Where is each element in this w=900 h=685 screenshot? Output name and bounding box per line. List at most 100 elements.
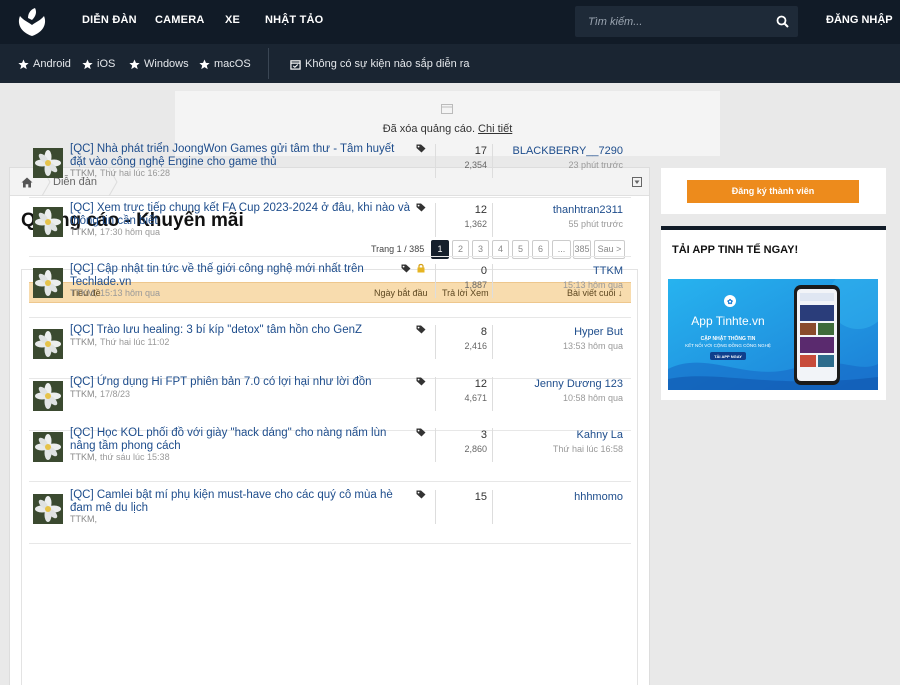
thread-author[interactable]: TTKM, [70,168,97,178]
thread-meta: TTKM, Thứ hai lúc 11:02 [70,337,169,347]
platform-android[interactable]: Android [18,58,71,70]
thread-date: 17/8/23 [100,389,131,399]
thread-title-link[interactable]: [QC] Trào lưu healing: 3 bí kíp "detox" … [70,324,410,337]
platform-ios[interactable]: iOS [82,58,115,70]
last-post-user[interactable]: TTKM [593,265,623,277]
calendar-check-icon [290,59,301,70]
platform-windows[interactable]: Windows [129,58,189,70]
ad-removed-label: Đã xóa quảng cáo. [382,123,476,135]
avatar[interactable] [33,432,63,462]
avatar[interactable] [33,148,63,178]
star-icon [82,58,93,69]
login-button[interactable]: ĐĂNG NHẬP [826,14,893,26]
last-post-time[interactable]: 23 phút trước [569,160,623,170]
top-navigation-bar: DIỄN ĐÀN CAMERA XE NHẬT TẢO ĐĂNG NHẬP [0,0,900,44]
star-icon [129,58,140,69]
avatar[interactable] [33,381,63,411]
platform-label: Android [33,58,71,70]
last-post-user[interactable]: BLACKBERRY__7290 [513,145,623,157]
table-row[interactable]: [QC] Xem trực tiếp chung kết FA Cup 2023… [29,197,631,257]
events-label: Không có sự kiện nào sắp diễn ra [305,58,470,70]
register-box: Đăng ký thành viên [661,168,886,214]
forum-panel: Diễn đàn Quảng cáo - Khuyến mãi Trang 1 … [9,143,650,685]
last-post-time[interactable]: 13:53 hôm qua [563,341,623,351]
table-row[interactable]: [QC] Cập nhật tin tức về thế giới công n… [29,258,631,318]
banner-tagline1: CẬP NHẬT THÔNG TIN [701,334,756,342]
thread-date: 15:13 hôm qua [100,288,161,298]
ad-removed-text: Đã xóa quảng cáo. Chi tiết [175,123,720,135]
avatar[interactable] [33,268,63,298]
thread-title-link[interactable]: [QC] Ứng dụng Hi FPT phiên bản 7.0 có lợ… [70,376,410,389]
table-row[interactable]: [QC] Học KOL phối đồ với giày "hack dáng… [29,422,631,482]
platform-macos[interactable]: macOS [199,58,251,70]
svg-text:✿: ✿ [727,298,733,306]
thread-author[interactable]: TTKM, [70,514,97,524]
thread-title-link[interactable]: [QC] Nhà phát triển JoongWon Games gửi t… [70,143,410,169]
tag-icon[interactable] [416,325,426,334]
thread-meta: TTKM, 17:30 hôm qua [70,227,160,237]
tag-icon[interactable] [416,377,426,386]
thread-title-link[interactable]: [QC] Cập nhật tin tức về thế giới công n… [70,263,410,289]
app-banner[interactable]: ✿ App Tinhte.vn CẬP NHẬT THÔNG TIN KẾT N… [668,279,878,390]
tag-icon[interactable] [416,144,426,153]
tag-icon[interactable] [416,428,426,437]
last-post-time[interactable]: 55 phút trước [569,219,623,229]
divider [492,325,493,359]
thread-meta: TTKM, [70,514,100,524]
last-post-user[interactable]: Hyper But [574,326,623,338]
avatar[interactable] [33,329,63,359]
last-post-time[interactable]: 10:58 hôm qua [563,393,623,403]
tag-icon[interactable] [401,264,411,273]
avatar[interactable] [33,207,63,237]
divider [435,264,436,298]
nav-xe[interactable]: XE [225,14,240,26]
nav-nhat-tao[interactable]: NHẬT TẢO [265,14,323,26]
last-post-user[interactable]: Jenny Dương 123 [534,378,623,390]
search-icon[interactable] [776,15,789,28]
divider [492,144,493,178]
platform-bar: Android iOS Windows macOS Không có sự ki… [0,44,900,83]
divider [492,490,493,524]
register-button[interactable]: Đăng ký thành viên [687,180,859,203]
last-post-user[interactable]: hhhmomo [574,491,623,503]
nav-camera[interactable]: CAMERA [155,14,204,26]
last-post-time[interactable]: Thứ hai lúc 16:58 [553,444,623,454]
thread-title-link[interactable]: [QC] Camlei bật mí phụ kiện must-have ch… [70,489,410,515]
reply-count: 12 [474,378,487,390]
reply-count: 17 [474,145,487,157]
avatar[interactable] [33,494,63,524]
last-post-user[interactable]: Kahny La [577,429,623,441]
thread-author[interactable]: TTKM, [70,452,97,462]
thread-author[interactable]: TTKM, [70,227,97,237]
last-post-user[interactable]: thanhtran2311 [553,204,623,216]
tag-icon[interactable] [416,490,426,499]
last-post-time[interactable]: 15:13 hôm qua [563,280,623,290]
view-count: 2,416 [464,341,487,351]
collapse-toggle-icon[interactable] [632,177,642,187]
banner-cta: TẢI APP NGAY [714,354,742,359]
ad-details-link[interactable]: Chi tiết [478,123,512,135]
thread-title-link[interactable]: [QC] Xem trực tiếp chung kết FA Cup 2023… [70,202,410,228]
view-count: 1,887 [464,280,487,290]
thread-meta: TTKM, 15:13 hôm qua [70,288,160,298]
thread-meta: TTKM, 17/8/23 [70,389,130,399]
events-link[interactable]: Không có sự kiện nào sắp diễn ra [290,58,470,70]
thread-author[interactable]: TTKM, [70,337,97,347]
thread-date: 17:30 hôm qua [100,227,161,237]
view-count: 2,860 [464,444,487,454]
tag-icon[interactable] [416,203,426,212]
platform-label: Windows [144,58,189,70]
reply-count: 0 [480,265,487,277]
thread-title-link[interactable]: [QC] Học KOL phối đồ với giày "hack dáng… [70,427,410,453]
nav-forum[interactable]: DIỄN ĐÀN [82,14,137,26]
thread-author[interactable]: TTKM, [70,389,97,399]
table-row[interactable]: [QC] Camlei bật mí phụ kiện must-have ch… [29,484,631,544]
table-row[interactable]: [QC] Nhà phát triển JoongWon Games gửi t… [29,138,631,198]
search-input[interactable] [575,6,765,37]
thread-date: thứ sáu lúc 15:38 [100,452,170,462]
tinhte-logo-icon[interactable] [16,7,48,37]
table-row[interactable]: [QC] Trào lưu healing: 3 bí kíp "detox" … [29,319,631,379]
divider [492,203,493,237]
image-placeholder-icon [441,104,453,114]
thread-author[interactable]: TTKM, [70,288,97,298]
